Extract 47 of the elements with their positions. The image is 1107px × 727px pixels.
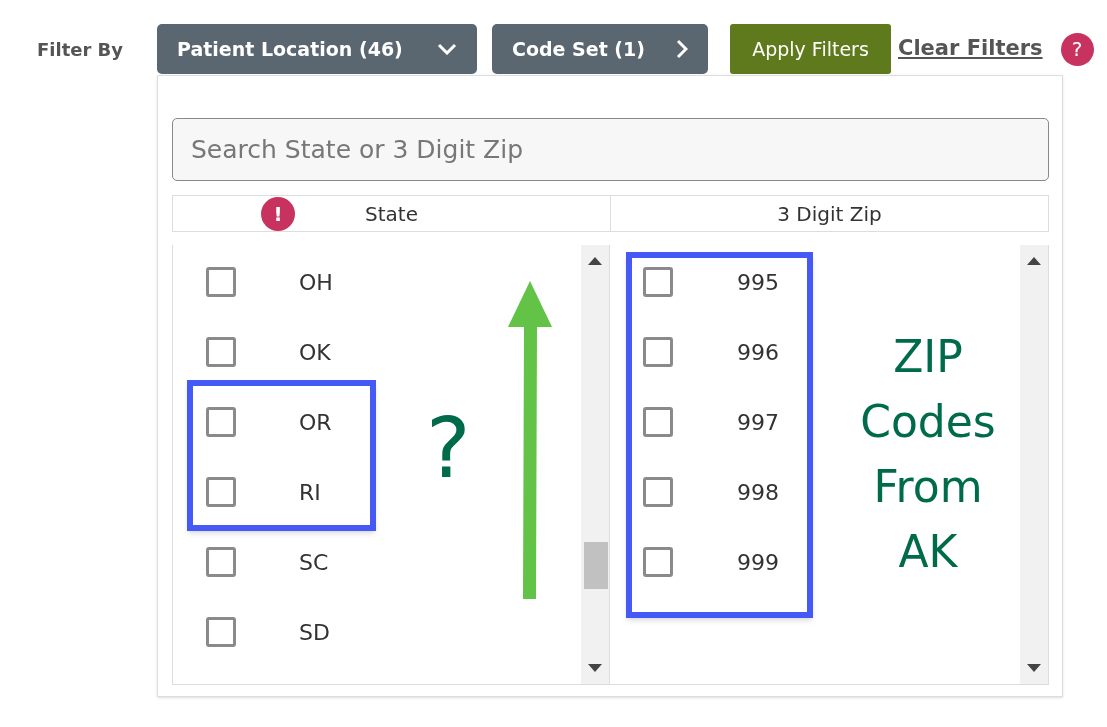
option-label: 997	[737, 408, 779, 437]
option-label: SD	[299, 618, 330, 647]
scrollbar-thumb[interactable]	[584, 542, 608, 589]
filter-button[interactable]: Patient Location (46)	[157, 24, 477, 74]
checkbox[interactable]	[643, 547, 673, 577]
option-label: SC	[299, 548, 329, 577]
column-title: State	[365, 200, 418, 228]
annotation-text: From	[873, 460, 983, 514]
clear-filters-link[interactable]: Clear Filters	[898, 33, 1043, 65]
alert-icon: !	[261, 196, 295, 231]
annotation-text: Codes	[860, 395, 996, 449]
search-field[interactable]: Search State or 3 Digit Zip	[172, 118, 1049, 181]
option-label: 999	[737, 548, 779, 577]
scrollbar[interactable]	[581, 245, 609, 684]
checkbox[interactable]	[206, 407, 236, 437]
option-label: 996	[737, 338, 779, 367]
column-title: 3 Digit Zip	[777, 200, 882, 228]
option-label: 998	[737, 478, 779, 507]
annotation-text: ZIP	[893, 330, 963, 384]
option-label: RI	[299, 478, 321, 507]
checkbox[interactable]	[643, 477, 673, 507]
chevron-right-icon	[676, 39, 688, 59]
checkbox[interactable]	[206, 617, 236, 647]
scroll-up-icon	[588, 257, 602, 265]
annotation-text: AK	[898, 525, 958, 579]
help-icon[interactable]: ?	[1060, 32, 1094, 66]
option-label: OR	[299, 408, 332, 437]
up-arrow-icon	[506, 281, 554, 599]
checkbox[interactable]	[643, 267, 673, 297]
scroll-down-icon	[1027, 664, 1041, 672]
checkbox[interactable]	[206, 267, 236, 297]
scroll-down-icon	[588, 664, 602, 672]
option-label: 995	[737, 268, 779, 297]
filter-label: Filter By	[37, 37, 125, 62]
scrollbar[interactable]	[1020, 245, 1048, 684]
apply-filters-button[interactable]: Apply Filters	[730, 24, 891, 74]
filter-button[interactable]: Code Set (1)	[492, 24, 708, 74]
checkbox[interactable]	[206, 547, 236, 577]
checkbox[interactable]	[206, 477, 236, 507]
question-annotation: ?	[426, 406, 471, 490]
checkbox[interactable]	[206, 337, 236, 367]
option-label: OH	[299, 268, 333, 297]
chevron-down-icon	[437, 43, 457, 55]
checkbox[interactable]	[643, 337, 673, 367]
checkbox[interactable]	[643, 407, 673, 437]
option-label: OK	[299, 338, 331, 367]
scroll-up-icon	[1027, 257, 1041, 265]
